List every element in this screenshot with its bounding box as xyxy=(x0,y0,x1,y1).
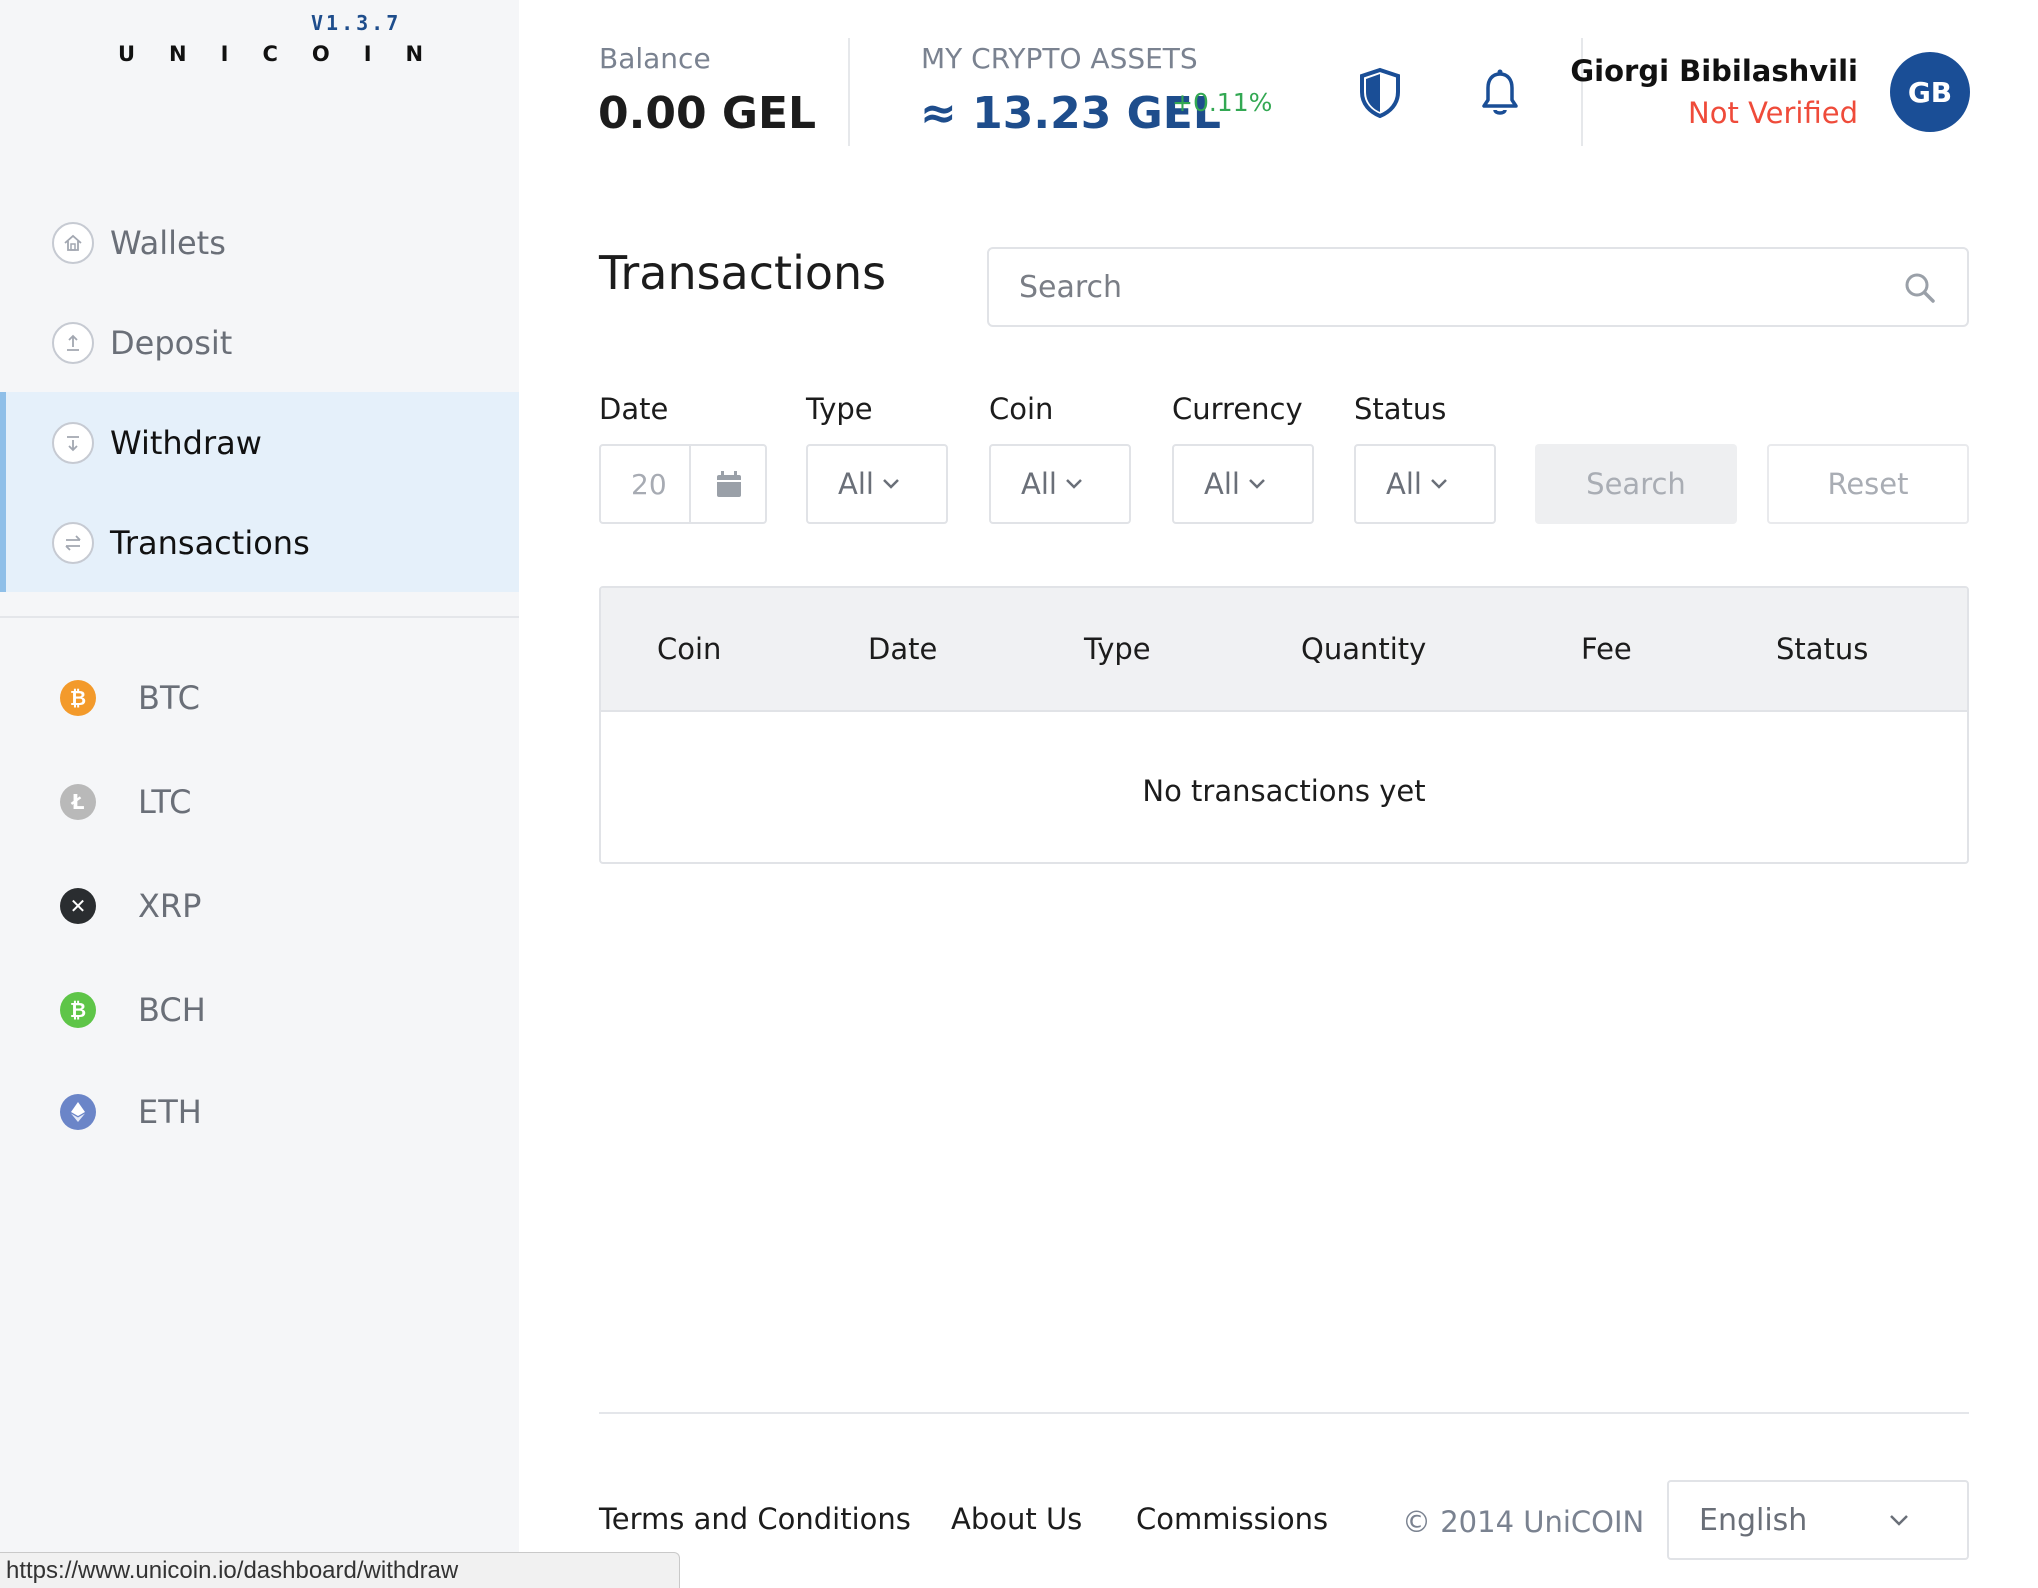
download-icon xyxy=(52,422,94,464)
avatar[interactable]: GB xyxy=(1890,52,1970,132)
currency-select[interactable]: All xyxy=(1172,444,1314,524)
sidebar-item-label: Transactions xyxy=(110,524,310,562)
column-header-fee[interactable]: Fee xyxy=(1581,632,1632,666)
date-input-value[interactable]: 20 xyxy=(631,468,665,501)
type-select-value: All xyxy=(838,467,874,501)
sidebar-coin-eth[interactable]: ETH xyxy=(0,1072,519,1152)
coin-select[interactable]: All xyxy=(989,444,1131,524)
exchange-icon xyxy=(52,522,94,564)
home-icon xyxy=(52,222,94,264)
chevron-down-icon xyxy=(1890,1515,1908,1526)
ripple-icon: ✕ xyxy=(60,888,96,924)
calendar-icon[interactable] xyxy=(689,446,767,522)
coin-label: ETH xyxy=(138,1093,202,1131)
ethereum-icon xyxy=(60,1094,96,1130)
bell-icon[interactable] xyxy=(1476,66,1524,120)
sidebar-item-wallets[interactable]: Wallets xyxy=(0,193,519,293)
sidebar-item-label: Wallets xyxy=(110,224,226,262)
column-header-date[interactable]: Date xyxy=(868,632,937,666)
status-select-value: All xyxy=(1386,467,1422,501)
coin-label: BCH xyxy=(138,991,206,1029)
footer-link-commissions[interactable]: Commissions xyxy=(1136,1502,1328,1536)
search-icon[interactable] xyxy=(1903,271,1937,305)
copyright-text: © 2014 UniCOIN xyxy=(1402,1505,1645,1539)
search-field[interactable] xyxy=(987,247,1969,327)
sidebar-item-transactions[interactable]: Transactions xyxy=(0,493,519,593)
empty-state-message: No transactions yet xyxy=(1142,774,1426,808)
sidebar-coin-bch[interactable]: ₿ BCH xyxy=(0,970,519,1050)
column-header-coin[interactable]: Coin xyxy=(657,632,721,666)
bitcoin-cash-icon: ₿ xyxy=(60,992,96,1028)
type-select[interactable]: All xyxy=(806,444,948,524)
column-header-quantity[interactable]: Quantity xyxy=(1301,632,1426,666)
chevron-down-icon xyxy=(1066,479,1082,489)
currency-select-value: All xyxy=(1204,467,1240,501)
bitcoin-icon: ₿ xyxy=(60,680,96,716)
search-input[interactable] xyxy=(1019,249,1879,325)
header-separator xyxy=(848,38,850,146)
footer-link-about[interactable]: About Us xyxy=(951,1502,1082,1536)
page-title: Transactions xyxy=(599,246,887,300)
chevron-down-icon xyxy=(1249,479,1265,489)
upload-icon xyxy=(52,322,94,364)
sidebar-item-label: Deposit xyxy=(110,324,233,362)
date-filter-label: Date xyxy=(599,392,669,426)
chevron-down-icon xyxy=(883,479,899,489)
sidebar-item-label: Withdraw xyxy=(110,424,262,462)
sidebar-coin-btc[interactable]: ₿ BTC xyxy=(0,658,519,738)
column-header-status[interactable]: Status xyxy=(1776,632,1868,666)
type-filter-label: Type xyxy=(806,392,873,426)
footer-link-terms[interactable]: Terms and Conditions xyxy=(599,1502,911,1536)
sidebar: V1.3.7 UNICOIN Wallets Deposit Withdraw xyxy=(0,0,519,1588)
footer-divider xyxy=(599,1412,1969,1414)
currency-filter-label: Currency xyxy=(1172,392,1303,426)
assets-change: +0.11% xyxy=(1172,88,1273,117)
sidebar-coin-xrp[interactable]: ✕ XRP xyxy=(0,866,519,946)
sidebar-item-withdraw[interactable]: Withdraw xyxy=(0,393,519,493)
language-select[interactable]: English xyxy=(1667,1480,1969,1560)
status-select[interactable]: All xyxy=(1354,444,1496,524)
coin-label: LTC xyxy=(138,783,192,821)
table-header: Coin Date Type Quantity Fee Status xyxy=(601,588,1967,712)
sidebar-item-deposit[interactable]: Deposit xyxy=(0,293,519,393)
balance-value: 0.00 GEL xyxy=(598,88,817,139)
transactions-table: Coin Date Type Quantity Fee Status No tr… xyxy=(599,586,1969,864)
verification-status[interactable]: Not Verified xyxy=(1688,96,1858,130)
sidebar-coin-ltc[interactable]: Ł LTC xyxy=(0,762,519,842)
balance-label: Balance xyxy=(599,42,711,75)
sidebar-divider xyxy=(0,616,519,618)
coin-filter-label: Coin xyxy=(989,392,1054,426)
coin-select-value: All xyxy=(1021,467,1057,501)
date-picker[interactable]: 20 xyxy=(599,444,767,524)
search-button[interactable]: Search xyxy=(1535,444,1737,524)
app-version: V1.3.7 xyxy=(311,11,402,35)
language-select-value: English xyxy=(1699,1502,1808,1538)
reset-button[interactable]: Reset xyxy=(1767,444,1969,524)
coin-label: BTC xyxy=(138,679,200,717)
column-header-type[interactable]: Type xyxy=(1084,632,1151,666)
brand-logo[interactable]: UNICOIN xyxy=(118,42,457,66)
coin-label: XRP xyxy=(138,887,202,925)
litecoin-icon: Ł xyxy=(60,784,96,820)
app-root: V1.3.7 UNICOIN Wallets Deposit Withdraw xyxy=(0,0,2038,1588)
user-name[interactable]: Giorgi Bibilashvili xyxy=(1570,54,1858,88)
status-filter-label: Status xyxy=(1354,392,1447,426)
status-bar-url: https://www.unicoin.io/dashboard/withdra… xyxy=(0,1552,680,1588)
chevron-down-icon xyxy=(1431,479,1447,489)
assets-label: MY CRYPTO ASSETS xyxy=(921,42,1198,75)
shield-icon[interactable] xyxy=(1356,66,1404,120)
